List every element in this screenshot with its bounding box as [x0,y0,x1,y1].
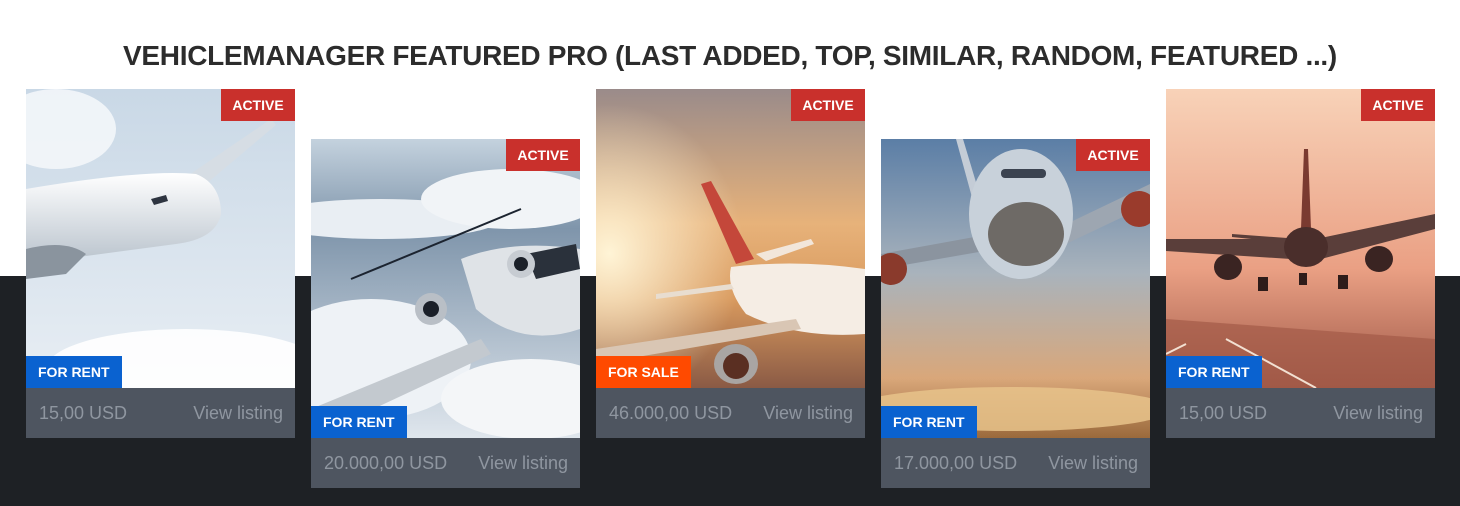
listing-image-link[interactable]: ACTIVE FOR RENT [881,139,1150,438]
listing-card: ACTIVE FOR SALE 46.000,00 USD View listi… [596,89,865,438]
price: 46.000,00 USD [609,402,733,423]
listing-type-badge: FOR SALE [596,356,691,388]
listing-image-link[interactable]: ACTIVE FOR RENT [1166,89,1435,388]
price: 20.000,00 USD [324,452,448,473]
airliner-landing-runway-image [1166,89,1435,388]
listing-image-link[interactable]: ACTIVE FOR RENT [26,89,295,388]
view-listing-link[interactable]: View listing [1048,453,1138,474]
status-badge: ACTIVE [1361,89,1435,121]
card-footer: 15,00 USD View listing [26,388,295,438]
card-footer: 15,00 USD View listing [1166,388,1435,438]
card-footer: 20.000,00 USD View listing [311,438,580,488]
view-listing-link[interactable]: View listing [478,453,568,474]
view-listing-link[interactable]: View listing [193,403,283,424]
airliner-at-sunset-image [596,89,865,388]
price: 17.000,00 USD [894,452,1018,473]
module-title: VEHICLEMANAGER FEATURED PRO (LAST ADDED,… [123,40,1337,71]
status-badge: ACTIVE [221,89,295,121]
listing-type-badge: FOR RENT [1166,356,1262,388]
listing-type-badge: FOR RENT [881,406,977,438]
view-listing-link[interactable]: View listing [763,403,853,424]
price: 15,00 USD [1179,402,1268,423]
listing-card: ACTIVE FOR RENT 15,00 USD View listing [26,89,295,438]
card-footer: 46.000,00 USD View listing [596,388,865,438]
view-listing-link[interactable]: View listing [1333,403,1423,424]
price: 15,00 USD [39,402,128,423]
listing-image-link[interactable]: ACTIVE FOR RENT [311,139,580,438]
status-badge: ACTIVE [506,139,580,171]
listing-type-badge: FOR RENT [26,356,122,388]
airliner-front-view-image [881,139,1150,438]
card-footer: 17.000,00 USD View listing [881,438,1150,488]
listing-card: ACTIVE FOR RENT 20.000,00 USD View listi… [311,139,580,488]
airliner-in-clouds-image [26,89,295,388]
status-badge: ACTIVE [791,89,865,121]
listing-card: ACTIVE FOR RENT 15,00 USD View listing [1166,89,1435,438]
listing-type-badge: FOR RENT [311,406,407,438]
listing-card: ACTIVE FOR RENT 17.000,00 USD View listi… [881,139,1150,488]
private-jet-above-clouds-image [311,139,580,438]
listing-image-link[interactable]: ACTIVE FOR SALE [596,89,865,388]
status-badge: ACTIVE [1076,139,1150,171]
